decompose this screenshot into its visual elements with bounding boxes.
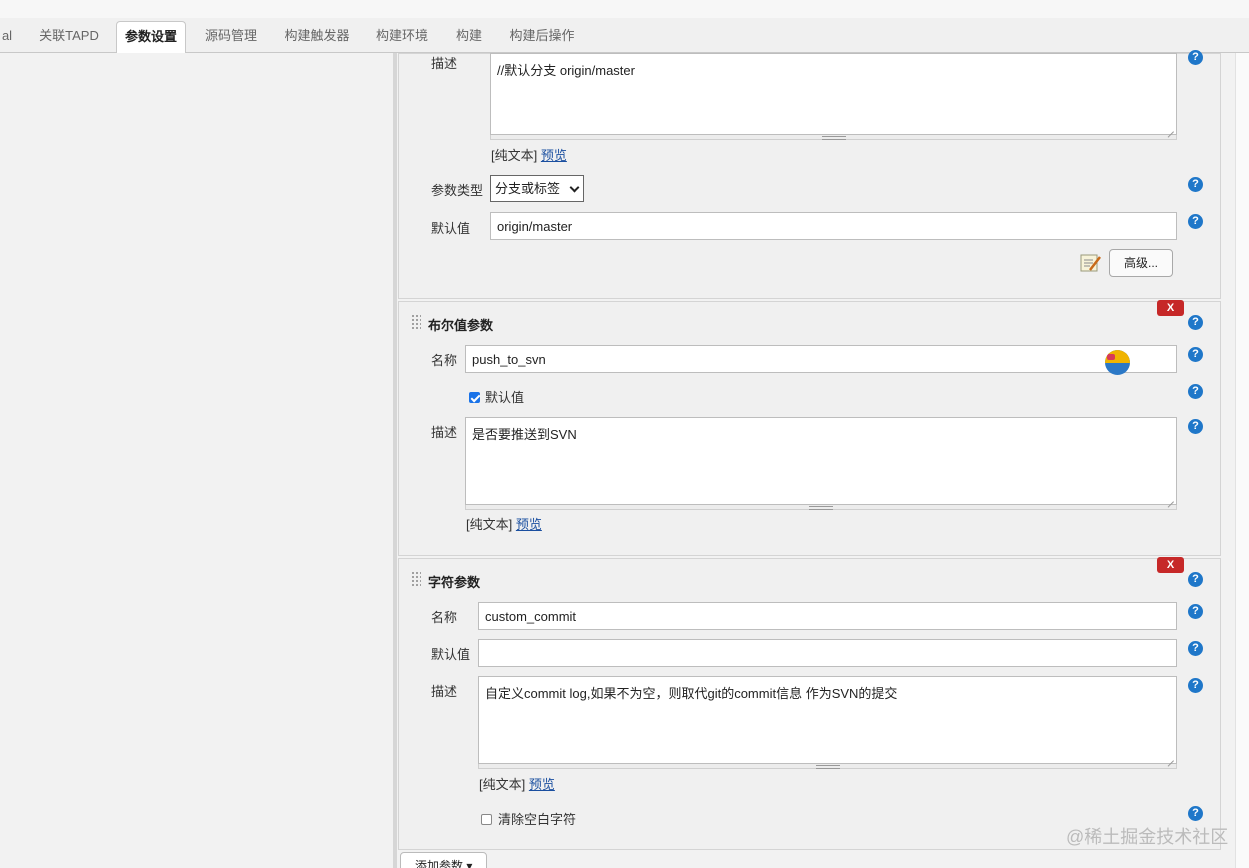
browser-top-strip [0,0,1249,18]
default-value-label: 默认值 [431,221,471,236]
param-type-label: 参数类型 [431,183,484,198]
trim-label: 清除空白字符 [498,812,577,827]
extension-icon[interactable] [1105,350,1130,375]
textarea-resize-bar[interactable] [465,505,1177,510]
preview-link[interactable]: 预览 [516,517,542,532]
drag-handle-icon[interactable] [411,314,421,330]
delete-param-button[interactable]: X [1157,557,1184,573]
tab-general[interactable]: al [0,18,14,53]
bool-name-input[interactable] [465,345,1177,373]
default-value-label: 默认值 [431,647,471,662]
tab-tapd[interactable]: 关联TAPD [30,18,108,53]
help-icon[interactable]: ? [1188,347,1203,362]
help-icon[interactable]: ? [1188,419,1203,434]
left-pane [0,53,393,868]
plain-text-label: [纯文本] [466,517,513,532]
format-hint: [纯文本] 预览 [466,514,542,533]
drag-handle-icon[interactable] [411,571,421,587]
resize-grip-icon[interactable] [1167,495,1175,503]
tab-post-build[interactable]: 构建后操作 [502,18,582,53]
format-hint: [纯文本] 预览 [479,774,555,793]
advanced-button[interactable]: 高级... [1109,249,1173,277]
delete-param-button[interactable]: X [1157,300,1184,316]
preview-link[interactable]: 预览 [541,148,567,163]
string-description-textarea[interactable]: 自定义commit log,如果不为空，则取代git的commit信息 作为SV… [478,676,1177,764]
right-gutter [1221,53,1235,868]
trim-checkbox[interactable] [481,814,492,825]
tab-build-triggers[interactable]: 构建触发器 [276,18,358,53]
string-default-input[interactable] [478,639,1177,667]
plain-text-label: [纯文本] [491,148,538,163]
git-default-input[interactable] [490,212,1177,240]
help-icon[interactable]: ? [1188,315,1203,330]
param-type-value: 分支或标签 [495,181,561,196]
resize-grip-icon[interactable] [1167,754,1175,762]
help-icon[interactable]: ? [1188,384,1203,399]
name-label: 名称 [431,610,458,625]
textarea-resize-bar[interactable] [490,135,1177,140]
notepad-icon[interactable] [1080,253,1102,273]
preview-link[interactable]: 预览 [529,777,555,792]
help-icon[interactable]: ? [1188,806,1203,821]
desc-label: 描述 [431,425,458,440]
help-icon[interactable]: ? [1188,177,1203,192]
git-description-textarea[interactable]: //默认分支 origin/master [490,53,1177,135]
desc-label: 描述 [431,56,458,71]
bool-param-title: 布尔值参数 [428,318,494,333]
help-icon[interactable]: ? [1188,641,1203,656]
desc-label: 描述 [431,684,458,699]
help-icon[interactable]: ? [1188,572,1203,587]
tab-build-env[interactable]: 构建环境 [368,18,436,53]
bool-default-checkbox[interactable] [469,392,480,403]
format-hint: [纯文本] 预览 [491,145,567,164]
tab-parameters[interactable]: 参数设置 [116,21,186,54]
resize-grip-icon[interactable] [1167,125,1175,133]
config-tab-bar: al 关联TAPD 参数设置 源码管理 构建触发器 构建环境 构建 构建后操作 [0,18,1249,54]
add-parameter-button[interactable]: 添加参数 ▾ [400,852,487,868]
pane-divider[interactable] [393,53,397,868]
param-type-select[interactable]: 分支或标签 [490,175,584,202]
help-icon[interactable]: ? [1188,214,1203,229]
tab-build[interactable]: 构建 [446,18,492,53]
help-icon[interactable]: ? [1188,604,1203,619]
bool-description-textarea[interactable]: 是否要推送到SVN [465,417,1177,505]
plain-text-label: [纯文本] [479,777,526,792]
tab-source-control[interactable]: 源码管理 [196,18,266,53]
watermark: @稀土掘金技术社区 [1066,827,1229,847]
scrollbar-track[interactable] [1235,53,1249,868]
name-label: 名称 [431,353,458,368]
string-param-title: 字符参数 [428,575,481,590]
chevron-down-icon [569,182,580,193]
bool-default-label: 默认值 [485,390,525,405]
help-icon[interactable]: ? [1188,50,1203,65]
help-icon[interactable]: ? [1188,678,1203,693]
string-name-input[interactable] [478,602,1177,630]
textarea-resize-bar[interactable] [478,764,1177,769]
